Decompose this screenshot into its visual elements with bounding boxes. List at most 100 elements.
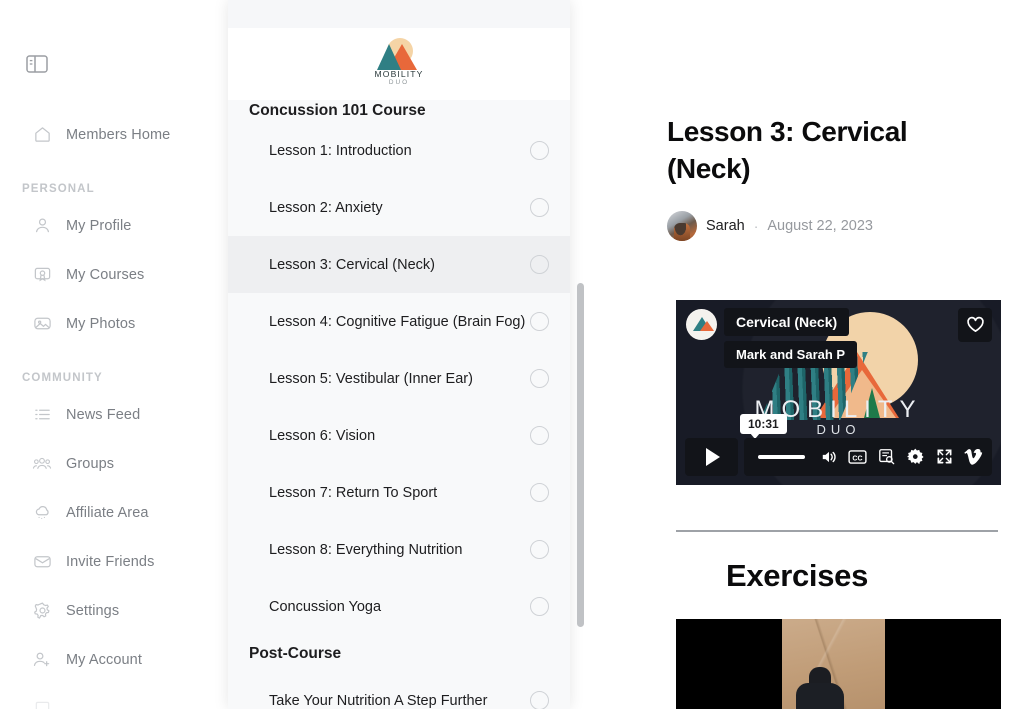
sidebar-item-label: My Photos — [66, 315, 136, 332]
sidebar-item-label: Invite Friends — [66, 553, 155, 570]
lesson-label: Lesson 2: Anxiety — [269, 199, 383, 216]
transcript-icon[interactable] — [877, 447, 896, 466]
main-content: Lesson 3: Cervical (Neck) Sarah · August… — [570, 0, 1024, 709]
photo-icon — [32, 314, 52, 334]
poster-submark: DUO — [816, 421, 861, 437]
sidebar-item-label: Groups — [66, 455, 115, 472]
lesson-row[interactable]: Lesson 8: Everything Nutrition — [228, 521, 570, 578]
sidebar-item-my-account[interactable]: My Account — [0, 635, 228, 684]
sidebar-item-label: Members Home — [66, 126, 171, 143]
video-duration-tooltip: 10:31 — [740, 413, 787, 439]
video-title-chip[interactable]: Cervical (Neck) — [724, 307, 850, 336]
left-sidebar: Members Home PERSONAL My Profile My Cour… — [0, 0, 228, 709]
lesson-complete-toggle[interactable] — [530, 255, 549, 274]
cloud-icon — [32, 503, 52, 523]
lesson-label: Lesson 3: Cervical (Neck) — [269, 256, 435, 273]
sidebar-nav: Members Home PERSONAL My Profile My Cour… — [0, 110, 228, 709]
sidebar-item-settings[interactable]: Settings — [0, 586, 228, 635]
sidebar-item-members-home[interactable]: Members Home — [0, 110, 228, 159]
lesson-label: Lesson 4: Cognitive Fatigue (Brain Fog) — [269, 313, 526, 330]
play-icon[interactable] — [685, 437, 738, 476]
list-icon — [32, 405, 52, 425]
lesson-row-active[interactable]: Lesson 3: Cervical (Neck) — [228, 236, 570, 293]
sidebar-item-news-feed[interactable]: News Feed — [0, 390, 228, 439]
video-player[interactable]: MOBILITY DUO Cervical (Neck) Mark and Sa… — [676, 299, 1001, 485]
lesson-complete-toggle[interactable] — [530, 483, 549, 502]
fullscreen-icon[interactable] — [935, 447, 954, 466]
sidebar-item-label: Affiliate Area — [66, 504, 149, 521]
svg-text:CC: CC — [852, 455, 862, 462]
logo-wordmark: MOBILITY — [374, 69, 424, 79]
lesson-row[interactable]: Concussion Yoga — [228, 578, 570, 635]
exercises-heading: Exercises — [725, 557, 869, 593]
lesson-complete-toggle[interactable] — [530, 426, 549, 445]
lesson-row[interactable]: Lesson 2: Anxiety — [228, 179, 570, 236]
lesson-row[interactable]: Lesson 1: Introduction — [228, 122, 570, 179]
lesson-article: Lesson 3: Cervical (Neck) Sarah · August… — [570, 100, 1024, 709]
volume-icon[interactable] — [819, 447, 838, 466]
lesson-row[interactable]: Lesson 7: Return To Sport — [228, 464, 570, 521]
user-plus-icon — [32, 650, 52, 670]
sidebar-item-label: News Feed — [66, 406, 141, 423]
logo-submark: DUO — [388, 79, 410, 86]
lesson-list: Concussion 101 Course Lesson 1: Introduc… — [228, 100, 570, 709]
byline: Sarah · August 22, 2023 — [570, 188, 1024, 241]
sidebar-section-personal: PERSONAL — [22, 183, 95, 195]
poster-wordmark: MOBILITY — [754, 395, 923, 423]
sidebar-item-my-courses[interactable]: My Courses — [0, 250, 228, 299]
page-title: Lesson 3: Cervical (Neck) — [667, 116, 908, 184]
settings-gear-icon[interactable] — [906, 447, 925, 466]
lesson-label: Lesson 1: Introduction — [269, 142, 412, 159]
publish-date: August 22, 2023 — [767, 217, 873, 234]
exercise-photo — [782, 618, 885, 709]
avatar-mountain-orange — [700, 320, 714, 331]
lesson-label: Lesson 8: Everything Nutrition — [269, 541, 463, 558]
panel-toggle-icon[interactable] — [24, 52, 50, 76]
avatar — [667, 210, 697, 241]
lesson-label: Take Your Nutrition A Step Further — [269, 692, 488, 709]
play-triangle — [706, 447, 720, 466]
lesson-complete-toggle[interactable] — [530, 597, 549, 616]
lesson-row[interactable]: Lesson 5: Vestibular (Inner Ear) — [228, 350, 570, 407]
sidebar-item-groups[interactable]: Groups — [0, 439, 228, 488]
app-root: Members Home PERSONAL My Profile My Cour… — [0, 0, 1024, 709]
home-icon — [32, 125, 52, 145]
lesson-row[interactable]: Take Your Nutrition A Step Further — [228, 672, 570, 709]
sidebar-section-community: COMMUNITY — [22, 372, 103, 384]
lesson-complete-toggle[interactable] — [530, 141, 549, 160]
sidebar-item-invite-friends[interactable]: Invite Friends — [0, 537, 228, 586]
gear-icon — [32, 601, 52, 621]
heart-icon[interactable] — [958, 307, 992, 342]
vimeo-icon[interactable] — [964, 447, 983, 466]
lesson-complete-toggle[interactable] — [530, 198, 549, 217]
lesson-complete-toggle[interactable] — [530, 540, 549, 559]
sidebar-item-label: My Courses — [66, 266, 145, 283]
mobility-duo-logo[interactable]: MOBILITY DUO — [369, 38, 429, 90]
lesson-row[interactable]: Lesson 4: Cognitive Fatigue (Brain Fog) — [228, 293, 570, 350]
sidebar-item-label: Settings — [66, 602, 120, 619]
video-author-chip[interactable]: Mark and Sarah P — [724, 340, 858, 368]
section-divider — [676, 529, 998, 532]
sidebar-item-my-profile[interactable]: My Profile — [0, 201, 228, 250]
course-title: Concussion 101 Course — [249, 102, 426, 119]
lesson-complete-toggle[interactable] — [530, 369, 549, 388]
lesson-label: Concussion Yoga — [269, 598, 382, 615]
lesson-complete-toggle[interactable] — [530, 312, 549, 331]
course-outline-panel: MOBILITY DUO Concussion 101 Course Lesso… — [228, 0, 584, 709]
lesson-list-scrollbar[interactable] — [577, 283, 584, 627]
exercise-video-thumbnail[interactable] — [676, 618, 1001, 709]
lesson-label: Lesson 6: Vision — [269, 427, 376, 444]
people-icon — [32, 454, 52, 474]
logo-mountain-teal — [377, 44, 401, 70]
closed-captions-icon[interactable]: CC — [848, 447, 867, 466]
lesson-complete-toggle[interactable] — [530, 691, 549, 709]
sidebar-item-affiliate-area[interactable]: Affiliate Area — [0, 488, 228, 537]
lesson-row[interactable]: Lesson 6: Vision — [228, 407, 570, 464]
byline-separator: · — [753, 217, 759, 234]
main-top-strip — [570, 0, 1024, 100]
sidebar-item-my-photos[interactable]: My Photos — [0, 299, 228, 348]
video-channel-avatar[interactable] — [686, 308, 717, 340]
user-icon — [32, 216, 52, 236]
video-progress-bar[interactable] — [758, 454, 805, 459]
sidebar-item-partial[interactable] — [0, 684, 228, 709]
